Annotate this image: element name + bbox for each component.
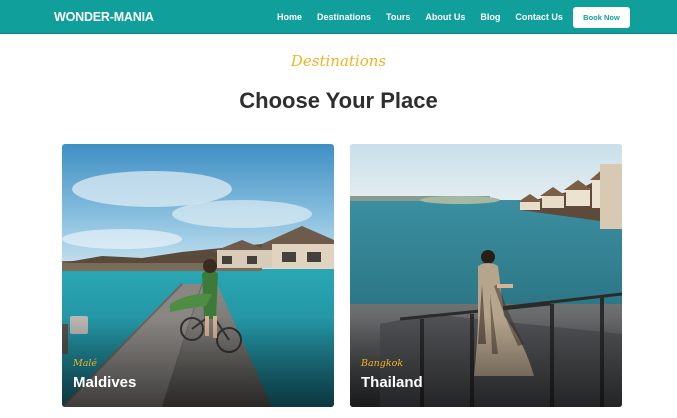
top-navbar: WONDER-MANIA Home Destinations Tours Abo… [0, 0, 677, 34]
section-title: Choose Your Place [239, 88, 438, 113]
nav-link-blog[interactable]: Blog [480, 12, 500, 22]
card-title: Maldives [73, 374, 137, 391]
nav-link-home[interactable]: Home [277, 12, 302, 22]
card-gradient-overlay [62, 317, 334, 407]
destination-card-maldives[interactable]: Malé Maldives [62, 144, 334, 407]
nav-link-about-us[interactable]: About Us [425, 12, 465, 22]
section-tagline: Destinations [290, 52, 387, 70]
nav-link-destinations[interactable]: Destinations [317, 12, 371, 22]
main-nav: Home Destinations Tours About Us Blog Co… [277, 12, 578, 22]
card-subtitle: Bangkok [361, 358, 404, 369]
destination-card-thailand[interactable]: Bangkok Thailand [350, 144, 622, 407]
nav-link-contact-us[interactable]: Contact Us [515, 12, 563, 22]
book-now-button[interactable]: Book Now [573, 7, 630, 28]
card-title: Thailand [361, 374, 423, 391]
card-subtitle: Malé [73, 358, 98, 369]
site-logo[interactable]: WONDER-MANIA [54, 10, 154, 24]
nav-link-tours[interactable]: Tours [386, 12, 410, 22]
